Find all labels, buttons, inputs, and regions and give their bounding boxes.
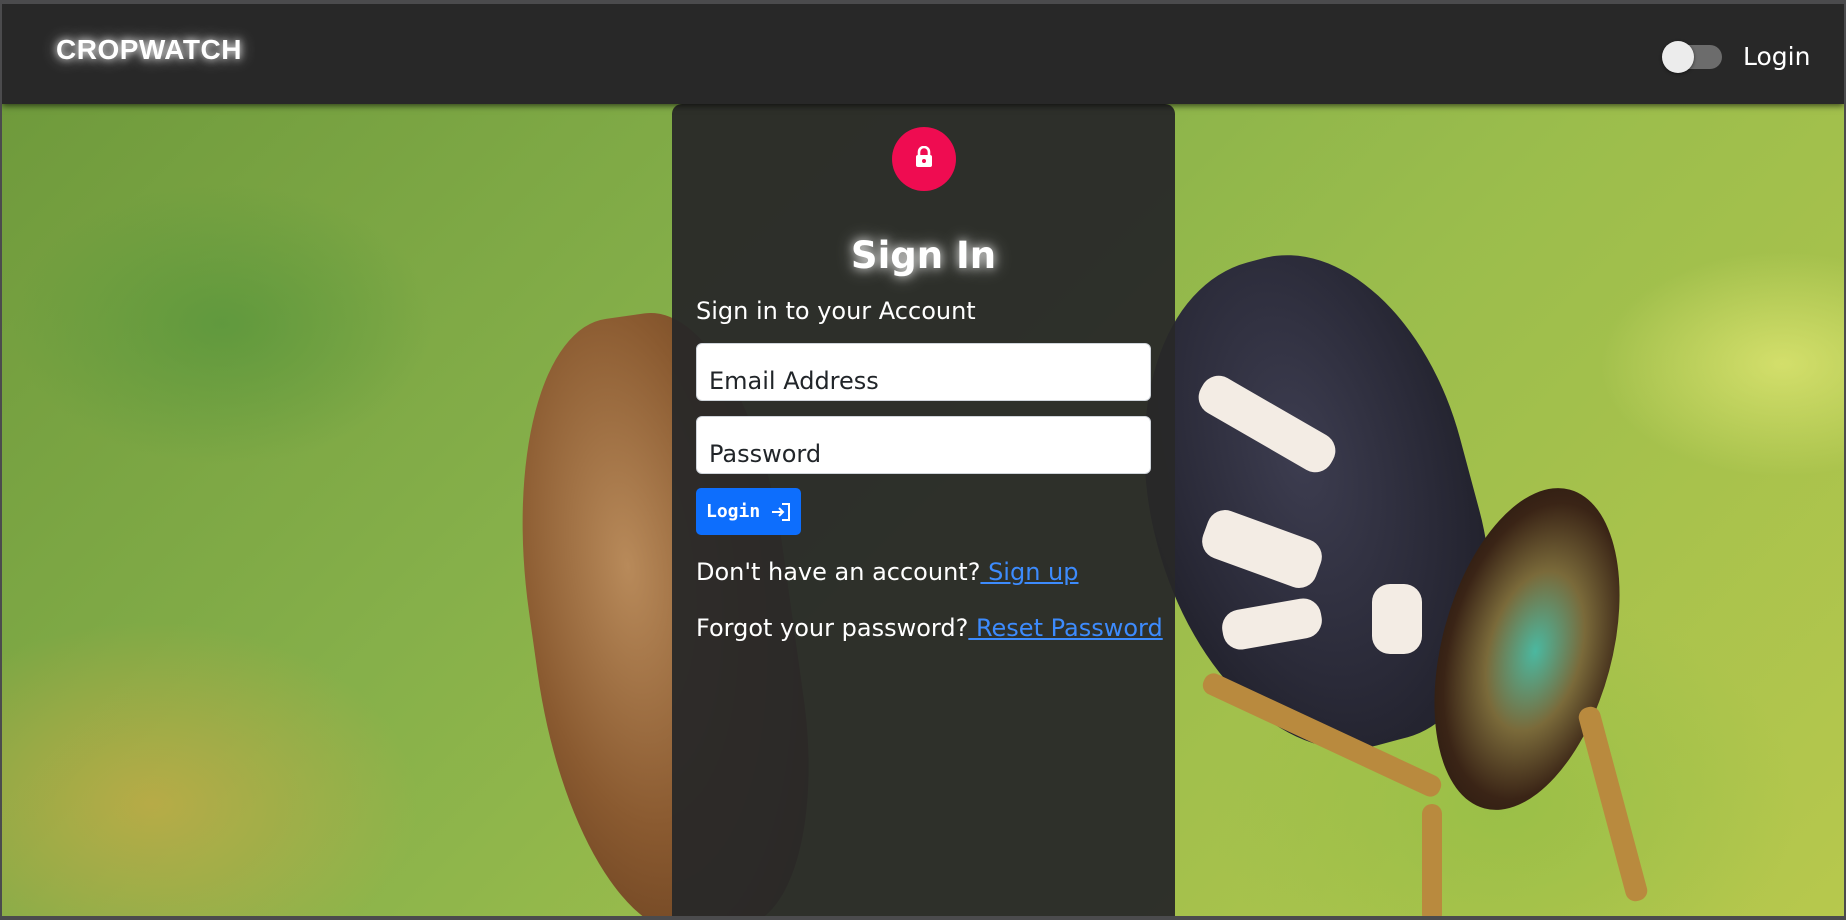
signin-card: Sign In Sign in to your Account Login Do… <box>672 104 1175 916</box>
signup-link[interactable]: Sign up <box>980 558 1078 586</box>
toggle-knob <box>1662 41 1694 73</box>
email-field[interactable] <box>696 343 1151 401</box>
lock-avatar <box>892 127 956 191</box>
signin-title: Sign In <box>850 234 997 277</box>
insect-stripe <box>1372 584 1422 654</box>
nav-login-link[interactable]: Login <box>1743 42 1810 71</box>
navbar: CROPWATCH Login <box>2 4 1844 104</box>
theme-toggle[interactable] <box>1662 41 1722 73</box>
brand-logo[interactable]: CROPWATCH <box>56 34 242 66</box>
signin-subtitle: Sign in to your Account <box>696 297 976 325</box>
insect-leg <box>1576 704 1650 904</box>
signup-line: Don't have an account? Sign up <box>696 558 1079 586</box>
browser-frame: CROPWATCH Login Sign In Sign in to your … <box>0 0 1846 920</box>
no-account-text: Don't have an account? <box>696 558 981 586</box>
login-arrow-icon <box>770 502 792 522</box>
login-button[interactable]: Login <box>696 488 801 535</box>
reset-line: Forgot your password? Reset Password <box>696 614 1163 642</box>
page-viewport: CROPWATCH Login Sign In Sign in to your … <box>2 4 1844 916</box>
forgot-password-text: Forgot your password? <box>696 614 969 642</box>
reset-password-link[interactable]: Reset Password <box>968 614 1163 642</box>
login-button-label: Login <box>706 501 761 522</box>
password-field[interactable] <box>696 416 1151 474</box>
insect-leg <box>1422 804 1442 916</box>
lock-icon <box>914 145 934 172</box>
